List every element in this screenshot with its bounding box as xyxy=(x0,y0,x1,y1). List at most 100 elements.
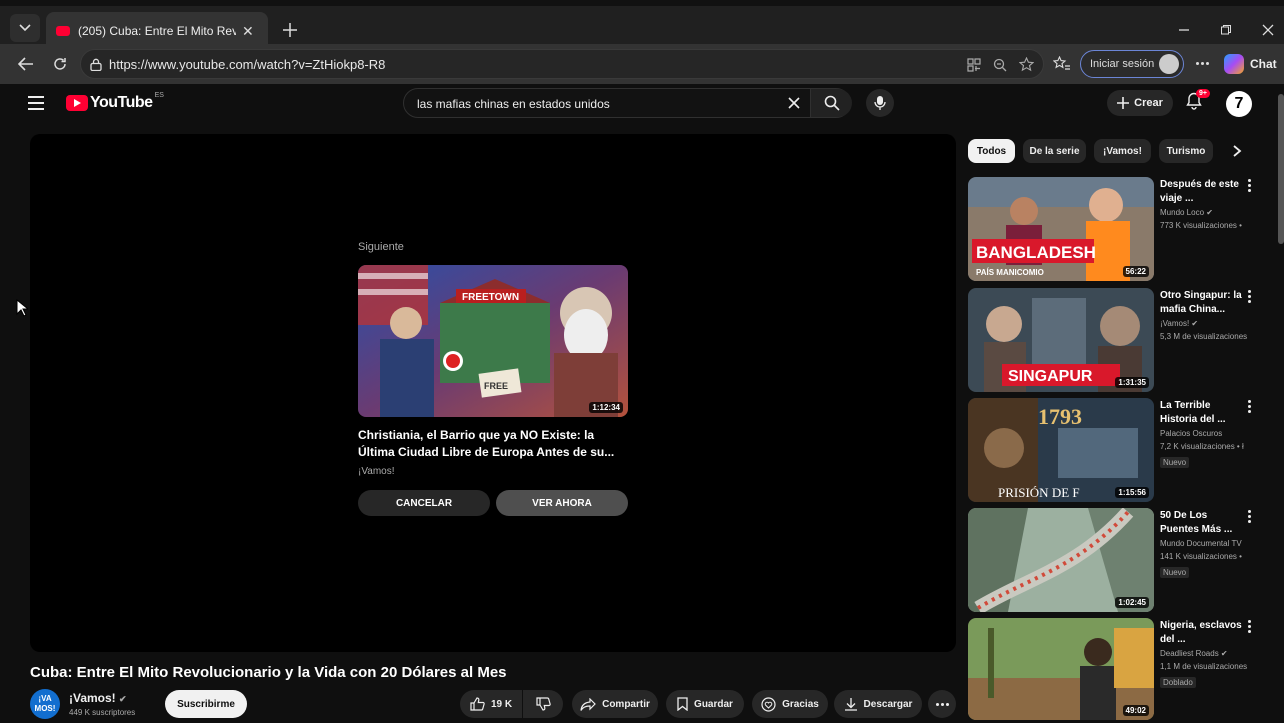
kebab-menu-icon[interactable] xyxy=(1248,290,1254,305)
download-button[interactable]: Descargar xyxy=(834,690,922,718)
zoom-icon[interactable] xyxy=(993,58,1007,72)
clear-search-icon[interactable] xyxy=(786,95,802,111)
region-code: ES xyxy=(154,91,164,99)
chevron-down-icon xyxy=(19,24,31,32)
browser-toolbar: https://www.youtube.com/watch?v=ZtHiokp8… xyxy=(0,44,1284,84)
save-label: Guardar xyxy=(694,698,733,710)
search-button[interactable] xyxy=(810,89,852,117)
cancel-autoplay-button[interactable]: CANCELAR xyxy=(358,490,490,516)
more-options-icon[interactable] xyxy=(1196,62,1210,66)
recommendation-title[interactable]: Después de este viaje ... xyxy=(1160,178,1242,206)
menu-icon[interactable] xyxy=(28,96,52,110)
account-avatar[interactable]: 7 xyxy=(1226,91,1252,117)
verified-icon: ✔ xyxy=(119,694,127,704)
chip-all[interactable]: Todos xyxy=(968,139,1015,163)
minimize-button[interactable] xyxy=(1174,20,1194,40)
recommendation-thumbnail[interactable]: 1793 PRISIÓN DE F 1:15:56 xyxy=(968,398,1154,502)
close-icon xyxy=(1262,24,1274,36)
search-box[interactable]: las mafias chinas en estados unidos xyxy=(403,88,852,118)
channel-avatar[interactable]: ¡VA MOS! xyxy=(30,689,60,719)
save-button[interactable]: Guardar xyxy=(666,690,744,718)
thanks-button[interactable]: Gracias xyxy=(752,690,828,718)
dubbed-badge: Doblado xyxy=(1160,677,1196,688)
recommendation-title[interactable]: Otro Singapur: la mafia China... xyxy=(1160,289,1242,317)
recommendation-thumbnail[interactable]: BANGLADESH PAÍS MANICOMIO 56:22 xyxy=(968,177,1154,281)
kebab-menu-icon[interactable] xyxy=(1248,510,1254,525)
subscriber-count: 449 K suscriptores xyxy=(69,708,136,717)
close-window-button[interactable] xyxy=(1258,20,1278,40)
recommendation-item[interactable]: 1793 PRISIÓN DE F 1:15:56 La Terrible Hi… xyxy=(968,398,1268,503)
recommendation-item[interactable]: SINGAPUR 1:31:35 Otro Singapur: la mafia… xyxy=(968,288,1268,393)
reload-button[interactable] xyxy=(48,52,72,76)
recommendation-item[interactable]: 49:02 Nigeria, esclavos del ... Deadlies… xyxy=(968,618,1268,723)
recommendation-views: 773 K visualizaciones • xyxy=(1160,221,1242,230)
youtube-logo[interactable]: YouTube ES xyxy=(66,91,164,112)
video-duration: 1:31:35 xyxy=(1115,377,1149,388)
watch-now-button[interactable]: VER AHORA xyxy=(496,490,628,516)
bookmark-icon xyxy=(677,697,688,711)
video-player[interactable]: Siguiente FREETOWN FREE 1:12:34 Christia… xyxy=(30,134,956,652)
recommendation-channel: Mundo Loco ✔ xyxy=(1160,208,1213,217)
like-button[interactable]: 19 K xyxy=(460,690,522,718)
favorites-icon[interactable] xyxy=(1053,56,1070,72)
svg-text:FREE: FREE xyxy=(484,381,508,391)
kebab-menu-icon[interactable] xyxy=(1248,620,1254,635)
like-count: 19 K xyxy=(490,698,513,710)
chip-vamos[interactable]: ¡Vamos! xyxy=(1094,139,1151,163)
copilot-chat-button[interactable]: Chat xyxy=(1224,50,1277,78)
new-tab-button[interactable] xyxy=(278,18,302,42)
kebab-menu-icon[interactable] xyxy=(1248,400,1254,415)
chip-tourism[interactable]: Turismo xyxy=(1159,139,1213,163)
recommendation-title[interactable]: Nigeria, esclavos del ... xyxy=(1160,619,1242,647)
thanks-label: Gracias xyxy=(782,698,819,710)
scrollbar[interactable] xyxy=(1278,94,1284,244)
recommendation-thumbnail[interactable]: 49:02 xyxy=(968,618,1154,720)
thanks-heart-icon xyxy=(761,696,776,712)
dislike-button[interactable] xyxy=(523,690,563,718)
recommendation-title[interactable]: La Terrible Historia del ... xyxy=(1160,399,1242,427)
search-icon xyxy=(824,95,840,111)
close-tab-icon[interactable]: ✕ xyxy=(242,23,258,40)
svg-text:FREETOWN: FREETOWN xyxy=(462,292,519,303)
kebab-menu-icon[interactable] xyxy=(1248,179,1254,194)
video-title: Cuba: Entre El Mito Revolucionario y la … xyxy=(30,664,507,681)
recommendation-thumbnail[interactable]: SINGAPUR 1:31:35 xyxy=(968,288,1154,392)
app-available-icon[interactable] xyxy=(967,58,981,72)
reload-icon xyxy=(54,58,66,70)
notifications-button[interactable]: 9+ xyxy=(1186,89,1210,110)
up-next-thumbnail[interactable]: FREETOWN FREE 1:12:34 xyxy=(358,265,628,417)
youtube-play-icon xyxy=(66,95,88,111)
recommendation-thumbnail[interactable]: 1:02:45 xyxy=(968,508,1154,612)
more-actions-button[interactable] xyxy=(928,690,956,718)
tab-list-button[interactable] xyxy=(10,14,40,42)
channel-name[interactable]: ¡Vamos! ✔ xyxy=(69,691,127,705)
video-duration: 1:15:56 xyxy=(1115,487,1149,498)
recommendation-title[interactable]: 50 De Los Puentes Más ... xyxy=(1160,509,1242,537)
address-bar[interactable]: https://www.youtube.com/watch?v=ZtHiokp8… xyxy=(80,49,1044,79)
subscribe-button[interactable]: Suscribirme xyxy=(165,690,247,718)
sign-in-label: Iniciar sesión xyxy=(1090,58,1155,70)
thumbs-down-icon xyxy=(535,697,551,711)
download-icon xyxy=(844,698,857,711)
thumb-text: BANGLADESH xyxy=(976,243,1096,262)
sign-in-button[interactable]: Iniciar sesión xyxy=(1080,50,1184,78)
chip-series[interactable]: De la serie xyxy=(1023,139,1086,163)
thumb-text: SINGAPUR xyxy=(1008,368,1093,385)
star-icon[interactable] xyxy=(1019,57,1034,72)
new-badge: Nuevo xyxy=(1160,457,1190,468)
thumb-subtext: PRISIÓN DE F xyxy=(998,485,1080,500)
recommendation-item[interactable]: BANGLADESH PAÍS MANICOMIO 56:22 Después … xyxy=(968,177,1268,282)
chevron-right-icon[interactable] xyxy=(1232,145,1242,157)
download-label: Descargar xyxy=(863,698,913,710)
recommendation-item[interactable]: 1:02:45 50 De Los Puentes Más ... Mundo … xyxy=(968,508,1268,613)
restore-button[interactable] xyxy=(1216,20,1236,40)
voice-search-button[interactable] xyxy=(866,89,894,117)
share-button[interactable]: Compartir xyxy=(572,690,658,718)
search-input[interactable]: las mafias chinas en estados unidos xyxy=(417,97,610,111)
up-next-title[interactable]: Christiania, el Barrio que ya NO Existe:… xyxy=(358,427,630,461)
url-text: https://www.youtube.com/watch?v=ZtHiokp8… xyxy=(109,57,386,72)
back-button[interactable] xyxy=(14,52,38,76)
create-button[interactable]: Crear xyxy=(1107,90,1173,116)
microphone-icon xyxy=(874,96,886,110)
recommendation-views: 5,3 M de visualizaciones xyxy=(1160,332,1248,341)
